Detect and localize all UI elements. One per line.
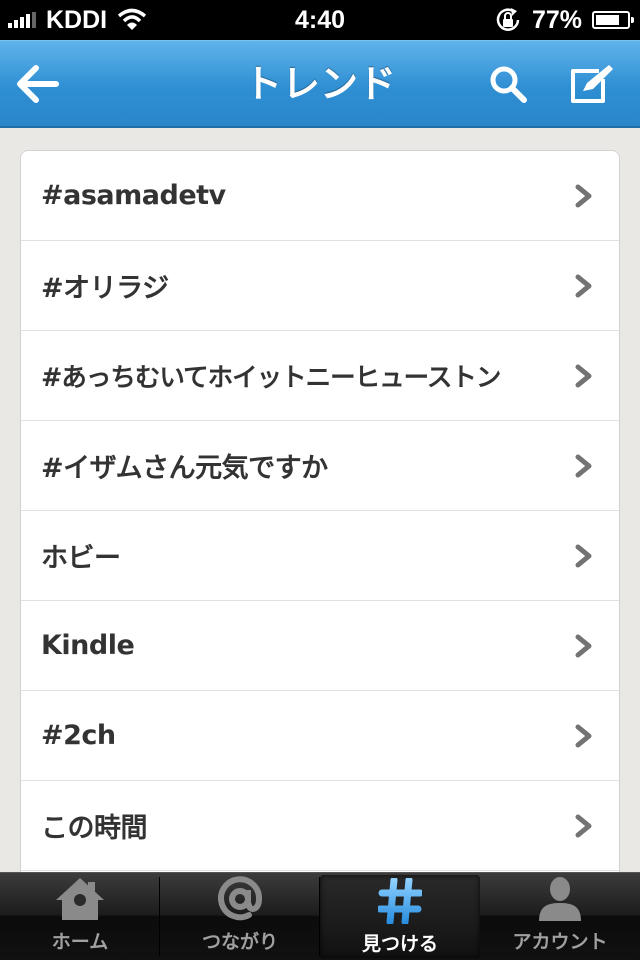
chevron-right-icon	[575, 454, 592, 478]
trend-row[interactable]: #イザムさん元気ですか	[21, 421, 619, 511]
trend-label: #asamadetv	[41, 180, 226, 211]
trend-row[interactable]: #2ch	[21, 691, 619, 781]
trend-label: #イザムさん元気ですか	[41, 453, 328, 484]
trend-list: #asamadetv #オリラジ #あっちむいてホイットニーヒューストン #イザ…	[20, 150, 620, 890]
navigation-bar: トレンド	[0, 40, 640, 128]
person-icon	[539, 877, 581, 921]
search-icon	[490, 66, 527, 103]
trend-row[interactable]: #asamadetv	[21, 151, 619, 241]
trend-row[interactable]: #あっちむいてホイットニーヒューストン	[21, 331, 619, 421]
battery-icon	[592, 11, 634, 29]
tab-label: 見つける	[361, 933, 438, 955]
rotation-lock-icon	[496, 8, 520, 31]
trend-row[interactable]: この時間	[21, 781, 619, 871]
compose-icon	[571, 65, 613, 103]
chevron-right-icon	[575, 724, 592, 748]
trend-row[interactable]: ホビー	[21, 511, 619, 601]
tab-bar: ホーム つながり 見つける アカウント	[0, 872, 640, 960]
tab-label: ホーム	[51, 931, 109, 953]
trend-label: Kindle	[41, 630, 135, 661]
at-sign-icon	[218, 876, 263, 921]
tab-label: つながり	[201, 931, 278, 953]
trend-row[interactable]: #オリラジ	[21, 241, 619, 331]
compose-button[interactable]	[564, 56, 620, 112]
battery-percent: 77%	[531, 5, 582, 34]
chevron-right-icon	[575, 184, 592, 208]
trend-label: #あっちむいてホイットニーヒューストン	[41, 363, 501, 393]
home-icon	[56, 878, 104, 920]
chevron-right-icon	[575, 814, 592, 838]
chevron-right-icon	[575, 364, 592, 388]
tab-account[interactable]: アカウント	[480, 873, 640, 960]
page-title: トレンド	[243, 62, 396, 106]
status-bar-right: 77%	[494, 0, 634, 40]
trend-label: #2ch	[41, 720, 116, 751]
chevron-right-icon	[575, 274, 592, 298]
tab-connect[interactable]: つながり	[160, 873, 320, 960]
tab-discover[interactable]: 見つける	[320, 875, 480, 958]
chevron-right-icon	[575, 634, 592, 658]
trend-row[interactable]: Kindle	[21, 601, 619, 691]
search-button[interactable]	[480, 56, 536, 112]
tab-home[interactable]: ホーム	[0, 873, 160, 960]
trend-label: #オリラジ	[41, 273, 169, 304]
trend-label: ホビー	[41, 543, 121, 574]
tab-label: アカウント	[512, 931, 608, 953]
chevron-right-icon	[575, 544, 592, 568]
status-bar: KDDI 4:40 77%	[0, 0, 640, 40]
hashtag-icon	[378, 878, 422, 924]
trend-label: この時間	[41, 813, 147, 844]
